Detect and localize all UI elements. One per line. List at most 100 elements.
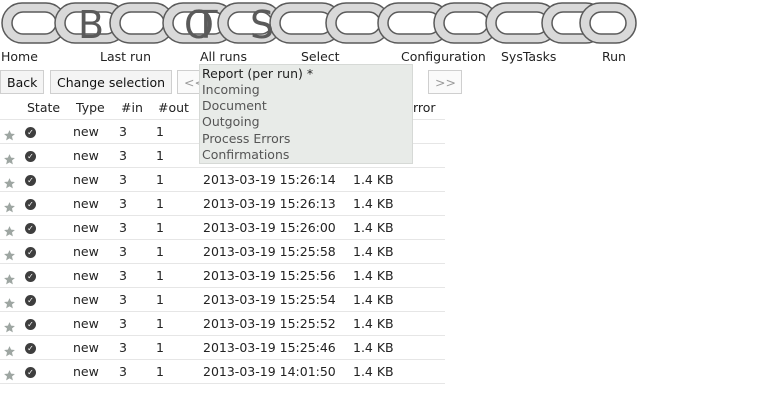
next-page-button[interactable]: >> xyxy=(428,70,462,94)
change-selection-button[interactable]: Change selection xyxy=(50,70,172,94)
star-icon[interactable] xyxy=(3,198,16,213)
check-circle-icon: ✓ xyxy=(25,295,36,306)
header-out[interactable]: #out xyxy=(158,96,189,120)
table-row[interactable]: ✓ new 3 1 2013-03-19 15:25:58 1.4 KB xyxy=(0,240,445,264)
table-row[interactable]: ✓ new 3 1 2013-03-19 14:01:50 1.4 KB xyxy=(0,360,445,384)
menu-run[interactable]: Run xyxy=(602,49,626,65)
dropdown-item-outgoing[interactable]: Outgoing xyxy=(202,114,260,130)
cell-out: 1 xyxy=(156,196,164,211)
cell-out: 1 xyxy=(156,292,164,307)
star-icon[interactable] xyxy=(3,294,16,309)
cell-datetime[interactable]: 2013-03-19 15:25:46 xyxy=(203,336,336,360)
cell-type: new xyxy=(73,244,99,259)
cell-out: 1 xyxy=(156,340,164,355)
bots-logo: B O T S xyxy=(0,0,640,48)
cell-out: 1 xyxy=(156,220,164,235)
star-icon[interactable] xyxy=(3,318,16,333)
check-circle-icon: ✓ xyxy=(25,199,36,210)
check-circle-icon: ✓ xyxy=(25,127,36,138)
star-icon[interactable] xyxy=(3,246,16,261)
cell-in: 3 xyxy=(119,292,127,307)
check-circle-icon: ✓ xyxy=(25,151,36,162)
cell-in: 3 xyxy=(119,124,127,139)
table-row[interactable]: ✓ new 3 1 2013-03-19 15:26:13 1.4 KB xyxy=(0,192,445,216)
cell-datetime[interactable]: 2013-03-19 15:25:58 xyxy=(203,240,336,264)
logo-letter-t: T xyxy=(193,3,218,47)
table-row[interactable]: ✓ new 3 1 2013-03-19 15:25:46 1.4 KB xyxy=(0,336,445,360)
cell-size: 1.4 KB xyxy=(353,316,394,331)
cell-type: new xyxy=(73,220,99,235)
cell-in: 3 xyxy=(119,268,127,283)
cell-type: new xyxy=(73,364,99,379)
cell-datetime[interactable]: 2013-03-19 15:26:00 xyxy=(203,216,336,240)
header-state[interactable]: State xyxy=(27,96,60,120)
table-row[interactable]: ✓ new 3 1 2013-03-19 15:26:14 1.4 KB xyxy=(0,168,445,192)
menu-systasks[interactable]: SysTasks xyxy=(501,49,556,65)
cell-in: 3 xyxy=(119,316,127,331)
table-row[interactable]: ✓ new 3 1 2013-03-19 15:25:52 1.4 KB xyxy=(0,312,445,336)
star-icon[interactable] xyxy=(3,174,16,189)
dropdown-item-incoming[interactable]: Incoming xyxy=(202,82,260,98)
cell-in: 3 xyxy=(119,148,127,163)
cell-type: new xyxy=(73,268,99,283)
cell-datetime[interactable]: 2013-03-19 15:26:13 xyxy=(203,192,336,216)
chain-logo-graphic: B O T S xyxy=(1,2,637,47)
cell-size: 1.4 KB xyxy=(353,244,394,259)
cell-in: 3 xyxy=(119,244,127,259)
cell-datetime[interactable]: 2013-03-19 14:01:50 xyxy=(203,360,336,384)
menu-select[interactable]: Select xyxy=(301,49,340,65)
star-icon[interactable] xyxy=(3,342,16,357)
menu-all-runs[interactable]: All runs xyxy=(200,49,247,65)
header-type[interactable]: Type xyxy=(76,96,105,120)
cell-in: 3 xyxy=(119,220,127,235)
cell-datetime[interactable]: 2013-03-19 15:25:52 xyxy=(203,312,336,336)
cell-out: 1 xyxy=(156,244,164,259)
cell-datetime[interactable]: 2013-03-19 15:25:56 xyxy=(203,264,336,288)
cell-in: 3 xyxy=(119,172,127,187)
star-icon[interactable] xyxy=(3,366,16,381)
header-in[interactable]: #in xyxy=(121,96,143,120)
all-runs-dropdown: Report (per run) * Incoming Document Out… xyxy=(199,64,413,164)
cell-type: new xyxy=(73,292,99,307)
table-row[interactable]: ✓ new 3 1 2013-03-19 15:25:54 1.4 KB xyxy=(0,288,445,312)
star-icon[interactable] xyxy=(3,150,16,165)
cell-size: 1.4 KB xyxy=(353,196,394,211)
star-icon[interactable] xyxy=(3,222,16,237)
dropdown-item-document[interactable]: Document xyxy=(202,98,267,114)
cell-type: new xyxy=(73,340,99,355)
check-circle-icon: ✓ xyxy=(25,175,36,186)
cell-out: 1 xyxy=(156,268,164,283)
star-icon[interactable] xyxy=(3,270,16,285)
cell-size: 1.4 KB xyxy=(353,340,394,355)
dropdown-item-report-per-run[interactable]: Report (per run) * xyxy=(202,66,313,82)
table-row[interactable]: ✓ new 3 1 2013-03-19 15:26:00 1.4 KB xyxy=(0,216,445,240)
cell-type: new xyxy=(73,172,99,187)
cell-size: 1.4 KB xyxy=(353,292,394,307)
cell-in: 3 xyxy=(119,196,127,211)
cell-out: 1 xyxy=(156,124,164,139)
back-button[interactable]: Back xyxy=(0,70,44,94)
menu-home[interactable]: Home xyxy=(1,49,38,65)
cell-out: 1 xyxy=(156,172,164,187)
logo-letter-s: S xyxy=(250,3,274,47)
dropdown-item-process-errors[interactable]: Process Errors xyxy=(202,131,290,147)
check-circle-icon: ✓ xyxy=(25,271,36,282)
cell-datetime[interactable]: 2013-03-19 15:25:54 xyxy=(203,288,336,312)
check-circle-icon: ✓ xyxy=(25,367,36,378)
star-icon[interactable] xyxy=(3,126,16,141)
menu-last-run[interactable]: Last run xyxy=(100,49,151,65)
cell-datetime[interactable]: 2013-03-19 15:26:14 xyxy=(203,168,336,192)
cell-size: 1.4 KB xyxy=(353,268,394,283)
dropdown-item-confirmations[interactable]: Confirmations xyxy=(202,147,289,163)
check-circle-icon: ✓ xyxy=(25,247,36,258)
table-row[interactable]: ✓ new 3 1 2013-03-19 15:25:56 1.4 KB xyxy=(0,264,445,288)
check-circle-icon: ✓ xyxy=(25,319,36,330)
cell-size: 1.4 KB xyxy=(353,364,394,379)
check-circle-icon: ✓ xyxy=(25,343,36,354)
previous-page-button[interactable]: << xyxy=(177,70,205,94)
cell-out: 1 xyxy=(156,316,164,331)
cell-in: 3 xyxy=(119,340,127,355)
menu-configuration[interactable]: Configuration xyxy=(401,49,486,65)
header-error[interactable]: rror xyxy=(413,96,436,120)
cell-type: new xyxy=(73,148,99,163)
